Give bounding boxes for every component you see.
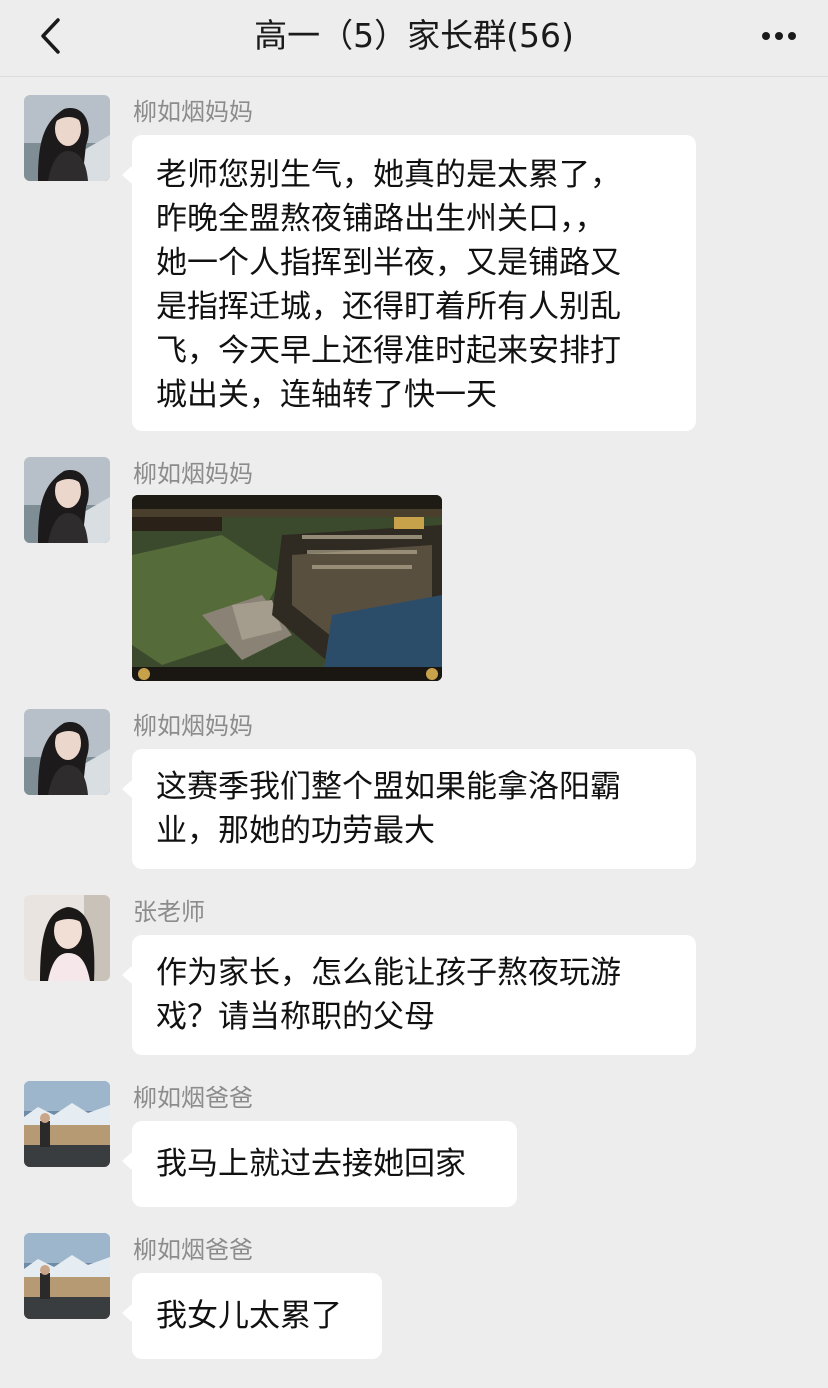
avatar[interactable] xyxy=(24,95,110,181)
message-row: 张老师 作为家长，怎么能让孩子熬夜玩游 戏？请当称职的父母 xyxy=(0,895,828,1060)
message-bubble[interactable]: 老师您别生气，她真的是太累了， 昨晚全盟熬夜铺路出生州关口，， 她一个人指挥到半… xyxy=(122,135,696,431)
avatar[interactable] xyxy=(24,457,110,543)
message-row: 柳如烟爸爸 我女儿太累了 xyxy=(0,1233,828,1363)
avatar-image xyxy=(24,895,110,981)
more-button[interactable] xyxy=(754,14,804,58)
message-bubble[interactable]: 我女儿太累了 xyxy=(122,1273,382,1359)
game-screenshot-image xyxy=(132,495,442,681)
sender-name: 柳如烟妈妈 xyxy=(133,460,253,488)
message-text-line: 昨晚全盟熬夜铺路出生州关口，， xyxy=(156,201,606,237)
avatar[interactable] xyxy=(24,709,110,795)
avatar-image xyxy=(24,457,110,543)
message-text-line: 作为家长，怎么能让孩子熬夜玩游 xyxy=(156,955,621,991)
message-row: 柳如烟妈妈 xyxy=(0,457,828,687)
avatar[interactable] xyxy=(24,895,110,981)
chat-header: 高一（5）家长群(56) xyxy=(0,0,828,77)
message-text-line: 我女儿太累了 xyxy=(156,1298,342,1334)
message-row: 柳如烟妈妈 这赛季我们整个盟如果能拿洛阳霸 业，那她的功劳最大 xyxy=(0,709,828,874)
avatar[interactable] xyxy=(24,1233,110,1319)
message-bubble[interactable]: 我马上就过去接她回家 xyxy=(122,1121,517,1207)
message-text-line: 她一个人指挥到半夜，又是铺路又 xyxy=(156,245,621,281)
avatar-image xyxy=(24,1233,110,1319)
message-text-line: 我马上就过去接她回家 xyxy=(156,1146,466,1182)
message-text-line: 这赛季我们整个盟如果能拿洛阳霸 xyxy=(156,769,621,805)
avatar-image xyxy=(24,95,110,181)
message-text-line: 戏？请当称职的父母 xyxy=(156,999,435,1035)
avatar-image xyxy=(24,1081,110,1167)
more-horizontal-icon xyxy=(762,32,796,40)
sender-name: 柳如烟爸爸 xyxy=(133,1084,253,1112)
sender-name: 柳如烟爸爸 xyxy=(133,1236,253,1264)
message-bubble[interactable]: 作为家长，怎么能让孩子熬夜玩游 戏？请当称职的父母 xyxy=(122,935,696,1055)
sender-name: 柳如烟妈妈 xyxy=(133,98,253,126)
message-text-line: 业，那她的功劳最大 xyxy=(156,813,435,849)
message-text-line: 是指挥迁城，还得盯着所有人别乱 xyxy=(156,289,621,325)
message-text-line: 城出关，连轴转了快一天 xyxy=(156,377,497,413)
avatar-image xyxy=(24,709,110,795)
message-text-line: 老师您别生气，她真的是太累了， xyxy=(156,157,621,193)
message-row: 柳如烟爸爸 我马上就过去接她回家 xyxy=(0,1081,828,1211)
sender-name: 张老师 xyxy=(133,898,205,926)
image-message[interactable] xyxy=(132,495,442,681)
avatar[interactable] xyxy=(24,1081,110,1167)
message-bubble[interactable]: 这赛季我们整个盟如果能拿洛阳霸 业，那她的功劳最大 xyxy=(122,749,696,869)
chevron-left-icon xyxy=(41,18,60,54)
message-text-line: 飞，今天早上还得准时起来安排打 xyxy=(156,333,621,369)
back-button[interactable] xyxy=(28,14,76,58)
message-row: 柳如烟妈妈 老师您别生气，她真的是太累了， 昨晚全盟熬夜铺路出生州关口，， 她一… xyxy=(0,95,828,435)
page-title: 高一（5）家长群(56) xyxy=(254,16,574,55)
sender-name: 柳如烟妈妈 xyxy=(133,712,253,740)
